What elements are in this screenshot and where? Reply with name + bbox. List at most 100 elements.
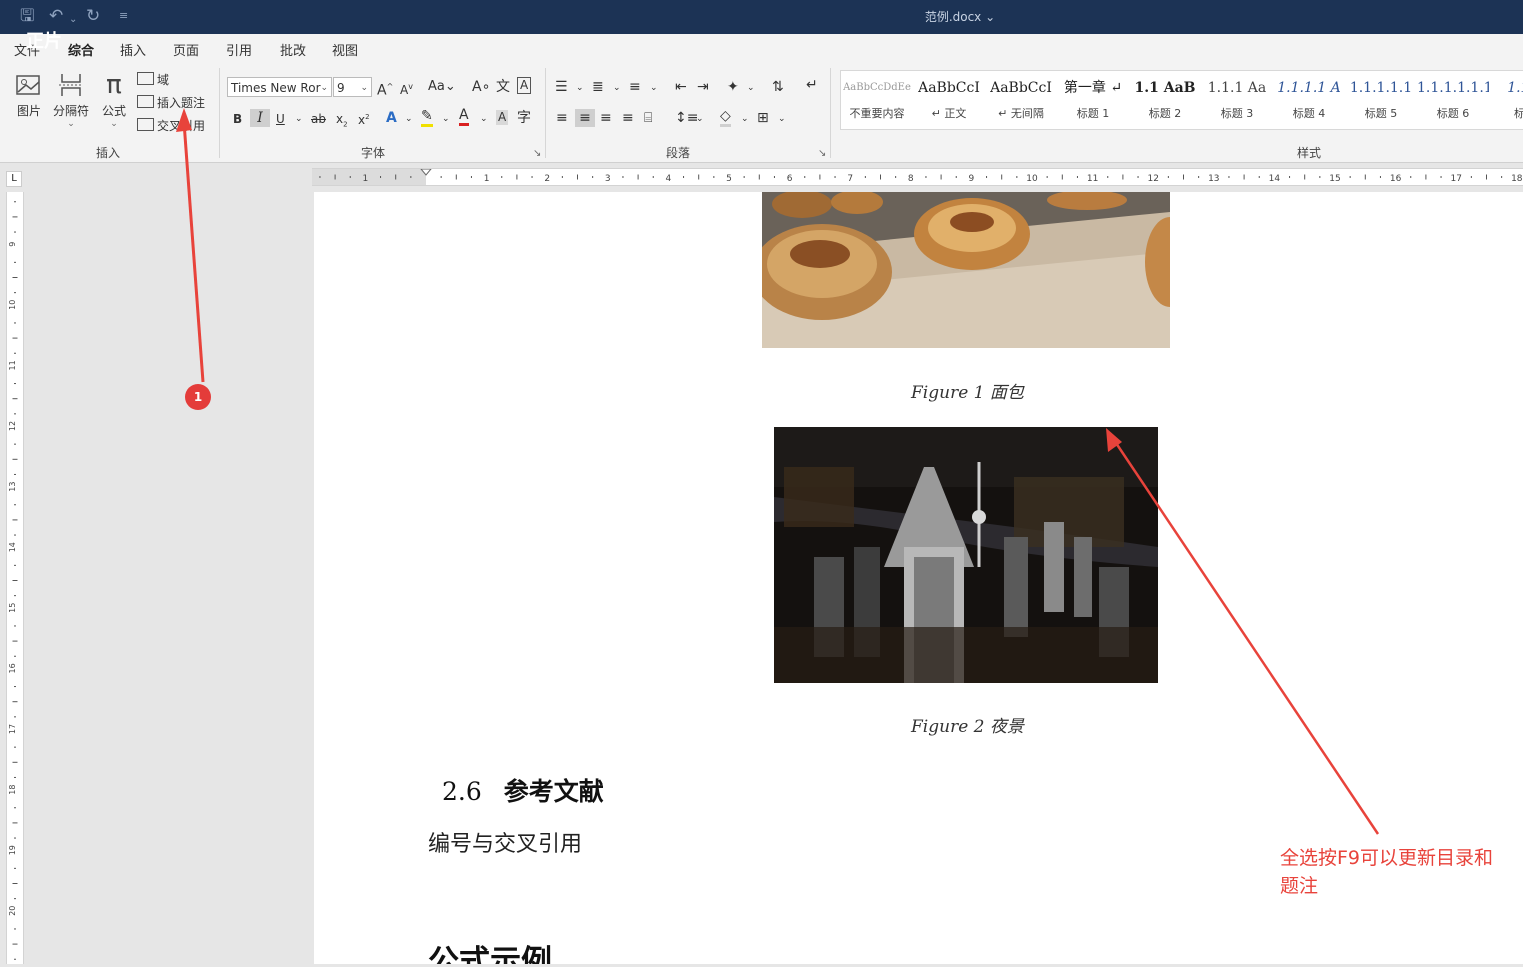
underline-button[interactable]: U: [276, 110, 285, 128]
cross-reference-button[interactable]: 交叉引用: [137, 117, 205, 134]
style-item[interactable]: 1.1.1标题: [1489, 71, 1523, 129]
shrink-font-icon[interactable]: Av: [400, 78, 413, 99]
redo-icon[interactable]: ↻: [86, 6, 100, 26]
horizontal-ruler[interactable]: 1 1 2 3 4 5 6 7 8 9 10 11 12 13 14 15 16 17 18: [312, 168, 1523, 186]
char-border-icon[interactable]: A: [517, 77, 532, 94]
font-color-icon[interactable]: A: [459, 108, 469, 126]
style-item[interactable]: 1.1.1.1.1.1 标题 6: [1417, 71, 1489, 129]
style-item[interactable]: 1.1 AaB 标题 2: [1129, 71, 1201, 129]
tab-references[interactable]: 引用: [226, 40, 252, 59]
bold-button[interactable]: B: [233, 110, 242, 128]
superscript-button[interactable]: x2: [358, 108, 370, 129]
annotation-note: 全选按F9可以更新目录和题注: [1280, 847, 1494, 897]
align-center-icon[interactable]: ≡: [575, 109, 595, 127]
distribute-icon[interactable]: ⌸: [644, 109, 652, 127]
style-item[interactable]: 1.1.1.1.1 标题 5: [1345, 71, 1417, 129]
increase-indent-icon[interactable]: ⇥: [697, 78, 709, 96]
formula-heading[interactable]: 公式示例: [428, 936, 552, 964]
chevron-down-icon: ⌄: [320, 83, 328, 93]
customize-icon[interactable]: ≡: [119, 6, 128, 26]
insert-caption-button[interactable]: 插入题注: [137, 94, 205, 111]
justify-icon[interactable]: ≡: [622, 109, 634, 127]
ruler-label: 5: [726, 174, 732, 184]
ribbon: 图片 分隔符 ⌄ π 公式 ⌄ 域 插入题注 交叉引用 插入 Times New…: [0, 62, 1523, 163]
paragraph-group-label: 段落: [666, 146, 691, 160]
tab-view[interactable]: 视图: [332, 40, 358, 59]
ruler-label: 15: [8, 603, 17, 613]
separator-button[interactable]: 分隔符 ⌄: [53, 72, 89, 129]
bullets-icon[interactable]: ☰: [555, 78, 568, 96]
phonetic-guide-icon[interactable]: 文: [496, 78, 510, 96]
style-item[interactable]: 1.1.1.1 A 标题 4: [1273, 71, 1345, 129]
tab-page[interactable]: 页面: [173, 40, 199, 59]
chevron-down-icon[interactable]: ⌄: [696, 110, 704, 128]
italic-button[interactable]: I: [250, 109, 270, 127]
line-spacing-icon[interactable]: ↕≡: [675, 109, 698, 127]
sort-icon[interactable]: ⇅: [772, 78, 784, 96]
ruler-label: 14: [8, 542, 17, 552]
chevron-down-icon: ⌄: [67, 119, 75, 129]
vertical-ruler[interactable]: 891011121314151617181920: [6, 181, 24, 964]
page-break-icon: [56, 72, 86, 98]
formula-button[interactable]: π 公式 ⌄: [96, 72, 132, 129]
multilevel-list-icon[interactable]: ≡: [629, 78, 641, 96]
night-city-image[interactable]: [774, 427, 1158, 683]
title-bar: 🖫 ↶ ⌄ ↻ ≡ 范例.docx ⌄: [0, 0, 1523, 34]
bread-image[interactable]: [762, 192, 1170, 348]
tab-general[interactable]: 综合: [66, 40, 96, 65]
subscript-button[interactable]: x2: [336, 110, 348, 133]
style-item[interactable]: AaBbCcI ↵ 无间隔: [985, 71, 1057, 129]
body-paragraph[interactable]: 编号与交叉引用: [428, 826, 582, 858]
undo-icon[interactable]: ↶: [49, 6, 63, 26]
document-page[interactable]: Figure 1 面包 Figure 2 夜景 2.6 参考文献 编号与交叉引用 …: [314, 192, 1523, 964]
shading-icon[interactable]: ◇: [720, 109, 731, 127]
enclose-char-icon[interactable]: 字: [517, 109, 531, 127]
ruler-ticks: 1 1 2 3 4 5 6 7 8 9 10 11 12 13 14 15 16 17 18: [319, 169, 1523, 184]
change-case-button[interactable]: Aa⌄: [428, 78, 456, 96]
chevron-down-icon[interactable]: ⌄: [613, 79, 621, 97]
save-icon[interactable]: 🖫: [20, 6, 34, 26]
highlight-icon[interactable]: ✎: [421, 109, 433, 127]
chevron-down-icon[interactable]: ⌄: [480, 110, 488, 128]
clear-format-icon[interactable]: A∘: [472, 78, 490, 96]
ruler-label: 1: [484, 174, 490, 184]
style-item[interactable]: 1.1.1 Aa 标题 3: [1201, 71, 1273, 129]
section-heading[interactable]: 2.6 参考文献: [442, 772, 604, 808]
picture-button[interactable]: 图片: [11, 72, 47, 119]
decrease-indent-icon[interactable]: ⇤: [675, 78, 687, 96]
grow-font-icon[interactable]: A^: [377, 78, 393, 100]
style-item[interactable]: AaBbCcI ↵ 正文: [913, 71, 985, 129]
align-right-icon[interactable]: ≡: [600, 109, 612, 127]
field-button[interactable]: 域: [137, 71, 169, 88]
show-marks-icon[interactable]: ↵: [806, 76, 818, 94]
font-dialog-launcher-icon[interactable]: ↘: [533, 148, 541, 159]
char-shading-icon[interactable]: A: [496, 110, 509, 125]
chevron-down-icon[interactable]: ⌄: [442, 110, 450, 128]
chevron-down-icon[interactable]: ⌄: [650, 79, 658, 97]
style-item[interactable]: AaBbCcDdEe 不重要内容: [841, 71, 913, 129]
strikethrough-button[interactable]: ab: [311, 110, 326, 128]
ruler-label: 6: [787, 174, 793, 184]
numbering-icon[interactable]: ≣: [592, 78, 604, 96]
text-direction-icon[interactable]: ✦: [727, 78, 739, 96]
font-name-combo[interactable]: Times New Ror ⌄: [227, 77, 332, 97]
figure-2-caption[interactable]: Figure 2 夜景: [911, 712, 1024, 737]
tab-insert[interactable]: 插入: [120, 40, 146, 59]
style-item[interactable]: 第一章 ↵ 标题 1: [1057, 71, 1129, 129]
figure-1-caption[interactable]: Figure 1 面包: [911, 378, 1024, 403]
chevron-down-icon[interactable]: ⌄: [576, 79, 584, 97]
paragraph-dialog-launcher-icon[interactable]: ↘: [818, 148, 826, 159]
first-line-indent-marker[interactable]: [420, 169, 432, 176]
borders-icon[interactable]: ⊞: [757, 109, 769, 127]
chevron-down-icon[interactable]: ⌄: [741, 110, 749, 128]
text-effects-icon[interactable]: A: [386, 109, 397, 127]
chevron-down-icon[interactable]: ⌄: [405, 110, 413, 128]
chevron-down-icon[interactable]: ⌄: [747, 79, 755, 97]
undo-dropdown-icon[interactable]: ⌄: [69, 10, 77, 30]
chevron-down-icon[interactable]: ⌄: [778, 110, 786, 128]
tab-review[interactable]: 批改: [280, 40, 306, 59]
font-size-combo[interactable]: 9 ⌄: [333, 77, 372, 97]
tab-selector[interactable]: L: [6, 171, 22, 187]
align-left-icon[interactable]: ≡: [556, 109, 568, 127]
chevron-down-icon[interactable]: ⌄: [295, 110, 303, 128]
